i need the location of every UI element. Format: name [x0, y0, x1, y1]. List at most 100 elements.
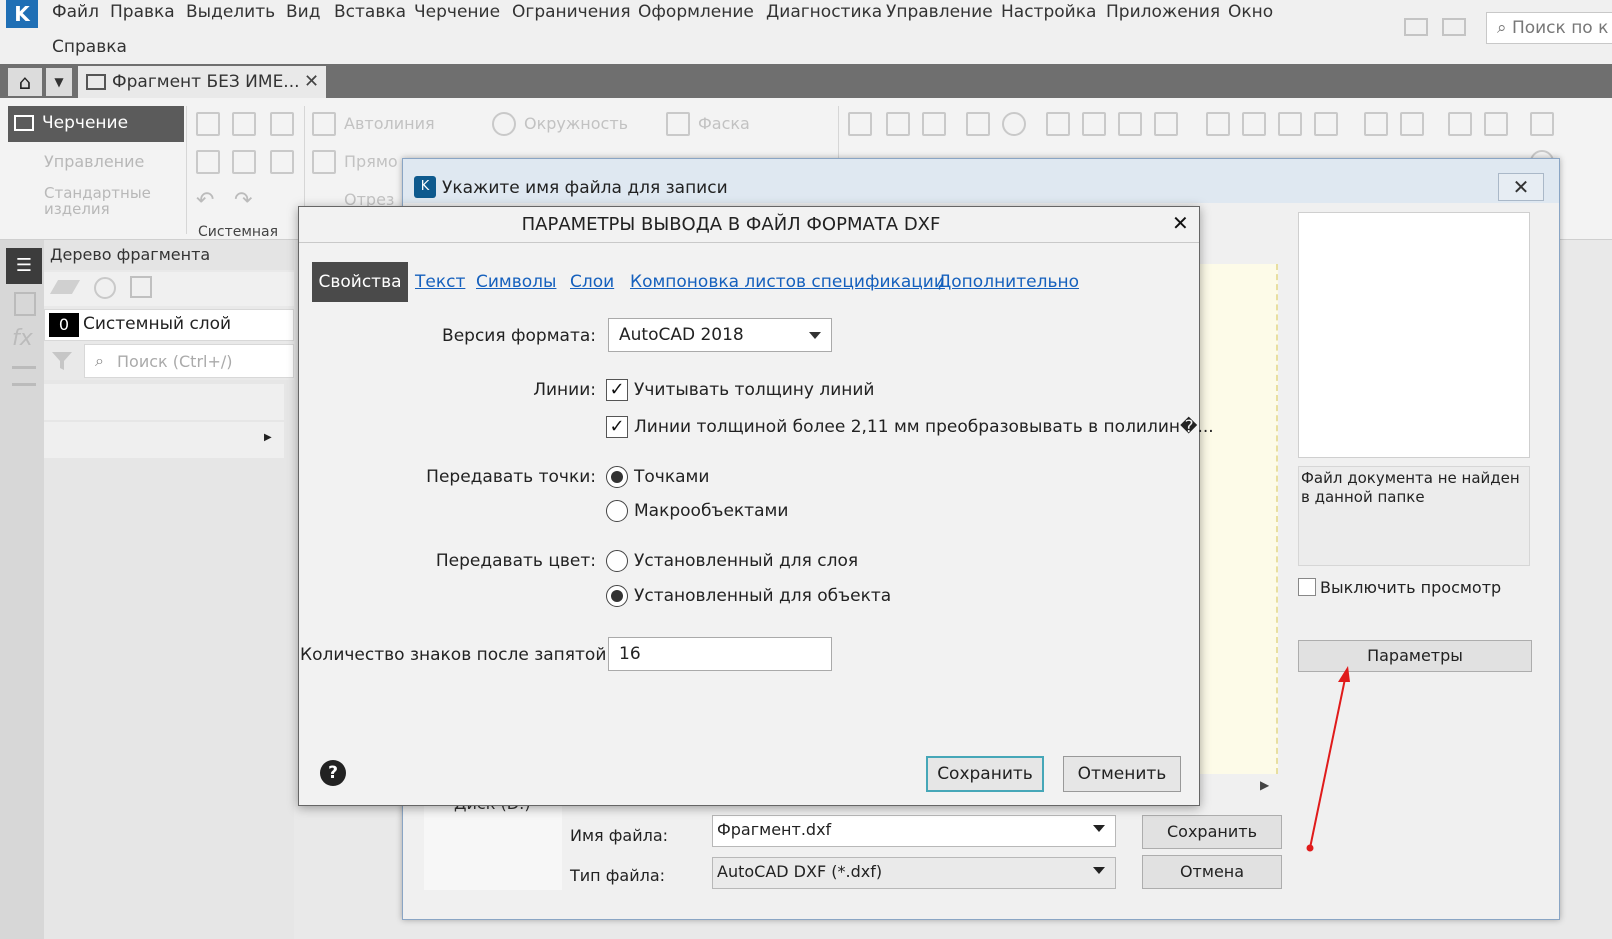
color-radio-object[interactable]	[606, 585, 628, 607]
snap-grid-icon[interactable]	[1400, 112, 1424, 136]
menu-drafting[interactable]: Черчение	[414, 2, 500, 22]
document-tab[interactable]: Фрагмент БЕЗ ИМЕ...	[78, 66, 326, 98]
dxf-cancel-button[interactable]: Отменить	[1063, 756, 1181, 792]
line-thickness-checkbox[interactable]: ✓	[606, 379, 628, 401]
tangent-icon[interactable]	[1314, 112, 1338, 136]
disable-preview-checkbox[interactable]	[1298, 578, 1316, 596]
redo-icon[interactable]: ↷	[234, 188, 252, 213]
menu-apps[interactable]: Приложения	[1106, 2, 1220, 22]
help-icon[interactable]: ?	[320, 760, 346, 786]
tree-structure-icon[interactable]	[94, 277, 116, 299]
tree-search-input[interactable]: ⌕ Поиск (Ctrl+/)	[84, 344, 294, 378]
save-icon[interactable]	[270, 112, 294, 136]
expand-arrow-icon[interactable]: ▶	[264, 432, 272, 443]
scroll-right-icon[interactable]: ▶	[1260, 778, 1269, 792]
menu-select[interactable]: Выделить	[186, 2, 275, 22]
parallel-icon[interactable]	[1242, 112, 1266, 136]
dimension-icon[interactable]	[966, 112, 990, 136]
hatch-icon[interactable]	[848, 112, 872, 136]
app-logo-icon[interactable]: K	[6, 0, 38, 28]
properties-icon[interactable]	[14, 292, 36, 316]
circle-icon[interactable]	[492, 112, 516, 136]
points-radio-macro[interactable]	[606, 500, 628, 522]
dxf-dialog-close-icon[interactable]: ✕	[1172, 211, 1189, 235]
roughness-icon[interactable]	[1118, 112, 1142, 136]
ribbon-nav-parts[interactable]: изделия	[44, 200, 110, 218]
view-icon[interactable]	[1448, 112, 1472, 136]
file-name-input[interactable]: Фрагмент.dxf	[712, 815, 1116, 847]
save-button[interactable]: Сохранить	[1142, 815, 1282, 849]
tool-circle-label[interactable]: Окружность	[524, 114, 628, 133]
extend-icon[interactable]	[922, 112, 946, 136]
close-tab-icon[interactable]: ✕	[304, 71, 319, 92]
snap-icon[interactable]	[1364, 112, 1388, 136]
ortho-icon[interactable]	[1206, 112, 1230, 136]
chevron-down-icon[interactable]: ▼	[46, 68, 72, 96]
cancel-button[interactable]: Отмена	[1142, 855, 1282, 889]
window-tile-icon[interactable]	[1442, 18, 1466, 36]
file-type-select[interactable]: AutoCAD DXF (*.dxf)	[712, 857, 1116, 889]
text-icon[interactable]	[1082, 112, 1106, 136]
chevron-down-icon[interactable]	[1093, 867, 1105, 874]
perpendicular-icon[interactable]	[1278, 112, 1302, 136]
dxf-save-button[interactable]: Сохранить	[926, 756, 1044, 792]
tool-rectangle-label[interactable]: Прямо	[344, 152, 398, 171]
menu-view[interactable]: Вид	[286, 2, 320, 22]
open-folder-icon[interactable]	[232, 112, 256, 136]
ribbon-nav-management[interactable]: Управление	[44, 152, 144, 171]
menu-insert[interactable]: Вставка	[334, 2, 406, 22]
filter-icon[interactable]	[50, 350, 74, 372]
global-search-input[interactable]: ⌕ Поиск по к	[1486, 12, 1612, 44]
menu-settings[interactable]: Настройка	[1001, 2, 1096, 22]
rectangle-icon[interactable]	[312, 150, 336, 174]
layer-plane-icon[interactable]	[49, 280, 81, 294]
ribbon-nav-drafting[interactable]: Черчение	[8, 106, 184, 142]
preview-icon[interactable]	[232, 150, 256, 174]
tab-spec-layout[interactable]: Компоновка листов спецификации	[630, 272, 945, 292]
menu-management[interactable]: Управление	[886, 2, 993, 22]
tab-symbols[interactable]: Символы	[476, 272, 556, 292]
save-all-icon[interactable]	[270, 150, 294, 174]
layers-icon[interactable]	[1530, 112, 1554, 136]
polyline-convert-checkbox[interactable]: ✓	[606, 416, 628, 438]
tool-autoline-label[interactable]: Автолиния	[344, 114, 435, 133]
color-radio-layer[interactable]	[606, 550, 628, 572]
undo-icon[interactable]: ↶	[196, 188, 214, 213]
tree-row[interactable]	[44, 384, 284, 420]
print-icon[interactable]	[196, 150, 220, 174]
save-dialog-close-button[interactable]: ✕	[1498, 173, 1544, 201]
menu-edit[interactable]: Правка	[110, 2, 175, 22]
menu-design[interactable]: Оформление	[638, 2, 754, 22]
autoline-icon[interactable]	[312, 112, 336, 136]
chevron-down-icon[interactable]	[809, 332, 821, 339]
chamfer-icon[interactable]	[666, 112, 690, 136]
trim-icon[interactable]	[886, 112, 910, 136]
angle-icon[interactable]	[1046, 112, 1070, 136]
zoom-icon[interactable]	[1484, 112, 1508, 136]
points-radio-points[interactable]	[606, 466, 628, 488]
tab-layers[interactable]: Слои	[570, 272, 614, 292]
variables-icon[interactable]: fx	[12, 326, 33, 351]
chevron-down-icon[interactable]	[1093, 825, 1105, 832]
new-document-icon[interactable]	[196, 112, 220, 136]
forbid-icon[interactable]	[1002, 112, 1026, 136]
current-layer-row[interactable]: 0 Системный слой	[44, 309, 294, 341]
tab-properties[interactable]: Свойства	[312, 262, 408, 302]
image-icon[interactable]	[130, 276, 152, 298]
tree-row[interactable]: ▶	[44, 422, 284, 458]
layers-panel-icon[interactable]	[12, 366, 36, 386]
menu-constraints[interactable]: Ограничения	[512, 2, 631, 22]
menu-help[interactable]: Справка	[52, 37, 127, 57]
tree-panel-icon[interactable]: ☰	[6, 248, 42, 284]
decimals-input[interactable]: 16	[608, 637, 832, 671]
home-icon[interactable]: ⌂	[8, 68, 42, 96]
menu-diagnostics[interactable]: Диагностика	[766, 2, 882, 22]
tab-text[interactable]: Текст	[415, 272, 465, 292]
base-icon[interactable]	[1154, 112, 1178, 136]
tab-additional[interactable]: Дополнительно	[938, 272, 1079, 292]
menu-window[interactable]: Окно	[1228, 2, 1273, 22]
tool-chamfer-label[interactable]: Фаска	[698, 114, 750, 133]
format-version-select[interactable]: AutoCAD 2018	[608, 318, 832, 352]
window-restore-icon[interactable]	[1404, 18, 1428, 36]
menu-file[interactable]: Файл	[52, 2, 99, 22]
